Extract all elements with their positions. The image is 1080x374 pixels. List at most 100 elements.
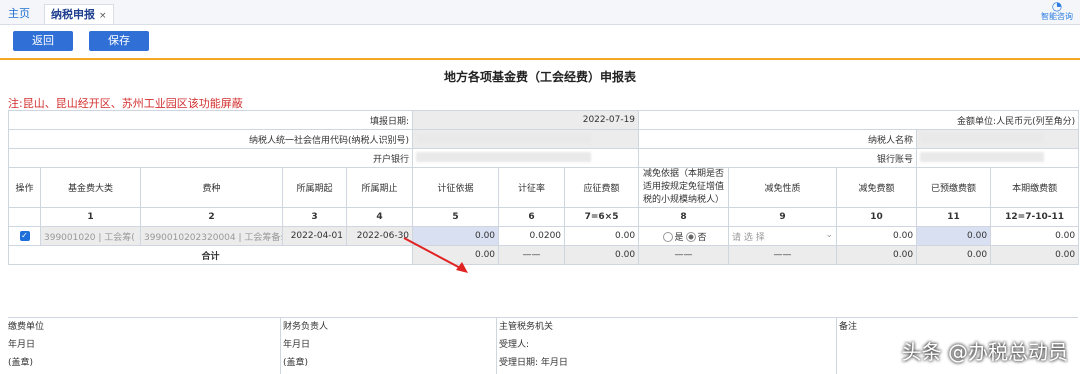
page-title: 地方各项基金费（工会经费）申报表 [443,70,636,84]
watermark: 头条 @办税总动员 [901,340,1068,364]
fill-date-label: 填报日期: [7,110,414,130]
total-basis: 0.00 [412,245,500,265]
col-number: 3 [282,207,347,227]
reduction-nature-value: 请 选 择 [732,232,765,243]
category-value: 399001020 | 工会筹( [44,232,135,243]
smart-consult-label: 智能咨询 [1041,12,1073,21]
finance-date: 年月日 [283,340,311,350]
col-header: 计征率 [498,167,566,208]
col-header: 费种 [140,167,283,208]
redacted-text [416,132,592,143]
finance-block: 财务负责人 年月日 (盖章) [280,318,499,374]
fee-type-select[interactable]: 3990010202320004 | 工会筹备么 ⌄ [140,226,283,246]
tab-label: 纳税申报 [51,8,95,21]
col-number: 7=6×5 [564,207,640,227]
col-header: 本期缴费额 [990,167,1080,208]
amount-unit: 金额单位:人民币元(列至角分) [638,110,1080,130]
payer-date: 年月日 [8,340,36,350]
payable-value: 0.00 [564,226,640,246]
col-header: 计征依据 [412,167,500,208]
category-select[interactable]: 399001020 | 工会筹( ⌄ [40,226,141,246]
col-number: 2 [140,207,283,227]
remarks-label: 备注 [839,322,858,332]
payer-block: 缴费单位 年月日 (盖章) [8,318,280,374]
radio-yes[interactable] [662,232,673,242]
taxpayer-name-label: 纳税人名称 [638,129,918,149]
col-header: 减免费额 [836,167,918,208]
col-number: 5 [412,207,500,227]
total-prepaid: 0.00 [916,245,992,265]
redacted-text [920,151,1045,162]
col-number: 4 [345,207,414,227]
total-payable: 0.00 [564,245,640,265]
period-start: 2022-04-01 [282,226,347,246]
total-label: 合计 [7,245,414,265]
receive-date: 受理日期: 年月日 [499,358,568,368]
radio-yes-label: 是 [674,232,684,243]
col-header: 操作 [8,167,41,208]
radio-no[interactable] [685,232,696,242]
tab-tax-declaration[interactable]: 纳税申报 × [44,4,114,24]
back-button[interactable]: 返回 [13,31,73,51]
bank-value[interactable] [412,148,640,168]
finance-label: 财务负责人 [283,322,329,332]
prepaid-input[interactable]: 0.00 [916,226,992,246]
payer-seal: (盖章) [8,358,34,368]
chat-icon: ◔ [1051,0,1063,13]
total-current: 0.00 [990,245,1080,265]
reduction-value: 0.00 [836,226,918,246]
total-nature-dash: —— [728,245,838,265]
col-header: 所属期起 [282,167,347,208]
col-number: 11 [916,207,992,227]
tax-office-block: 主管税务机关 受理人: 受理日期: 年月日 [496,318,839,374]
col-number: 6 [498,207,566,227]
total-basis-dash: —— [638,245,730,265]
declaration-table: 填报日期: 2022-07-19 金额单位:人民币元(列至角分) 纳税人统一社会… [7,110,1080,265]
radio-no-label: 否 [697,232,707,243]
col-number: 9 [728,207,838,227]
period-end: 2022-06-30 [345,226,414,246]
col-number: 12=7-10-11 [990,207,1080,227]
payer-label: 缴费单位 [8,322,45,332]
finance-seal: (盖章) [283,358,309,368]
reduction-nature-select[interactable]: 请 选 择 ⌄ [728,226,838,246]
redacted-text [920,132,1045,143]
col-header: 所属期止 [345,167,414,208]
col-header: 基金费大类 [40,167,141,208]
tab-bar: 主页 纳税申报 × [0,0,1080,25]
notice-text: 注:昆山、昆山经开区、苏州工业园区该功能屏蔽 [8,97,243,110]
check-icon: ✓ [19,231,30,241]
total-rate-dash: —— [498,245,566,265]
bank-label: 开户银行 [7,148,414,168]
taxpayer-name-value [916,129,1080,149]
col-header: 已预缴费额 [916,167,992,208]
save-button[interactable]: 保存 [89,31,149,51]
row-checkbox[interactable]: ✓ [8,226,41,246]
divider [0,58,1080,60]
taxid-value [412,129,640,149]
account-label: 银行账号 [638,148,918,168]
col-number [8,207,41,227]
col-header: 减免性质 [728,167,838,208]
reduction-basis-radio[interactable]: 是否 [638,226,730,246]
chevron-down-icon: ⌄ [825,229,834,240]
account-value[interactable] [916,148,1080,168]
col-header: 应征费额 [564,167,640,208]
receiver-label: 受理人: [499,340,530,350]
tax-office-label: 主管税务机关 [499,322,554,332]
col-number: 8 [638,207,730,227]
smart-consult[interactable]: ◔ 智能咨询 [1034,0,1080,26]
col-header: 减免依据（本期是否适用按规定免征增值税的小规模纳税人） [638,167,730,208]
basis-input[interactable]: 0.00 [412,226,500,246]
fill-date: 2022-07-19 [412,110,640,130]
col-number: 1 [40,207,141,227]
total-reduction: 0.00 [836,245,918,265]
tab-home[interactable]: 主页 [2,4,36,24]
redacted-text [416,151,592,162]
current-value: 0.00 [990,226,1080,246]
close-icon[interactable]: × [99,11,107,21]
fee-type-value: 3990010202320004 | 工会筹备么 [144,232,283,243]
col-number: 10 [836,207,918,227]
rate-value: 0.0200 [498,226,566,246]
taxid-label: 纳税人统一社会信用代码(纳税人识别号) [7,129,414,149]
